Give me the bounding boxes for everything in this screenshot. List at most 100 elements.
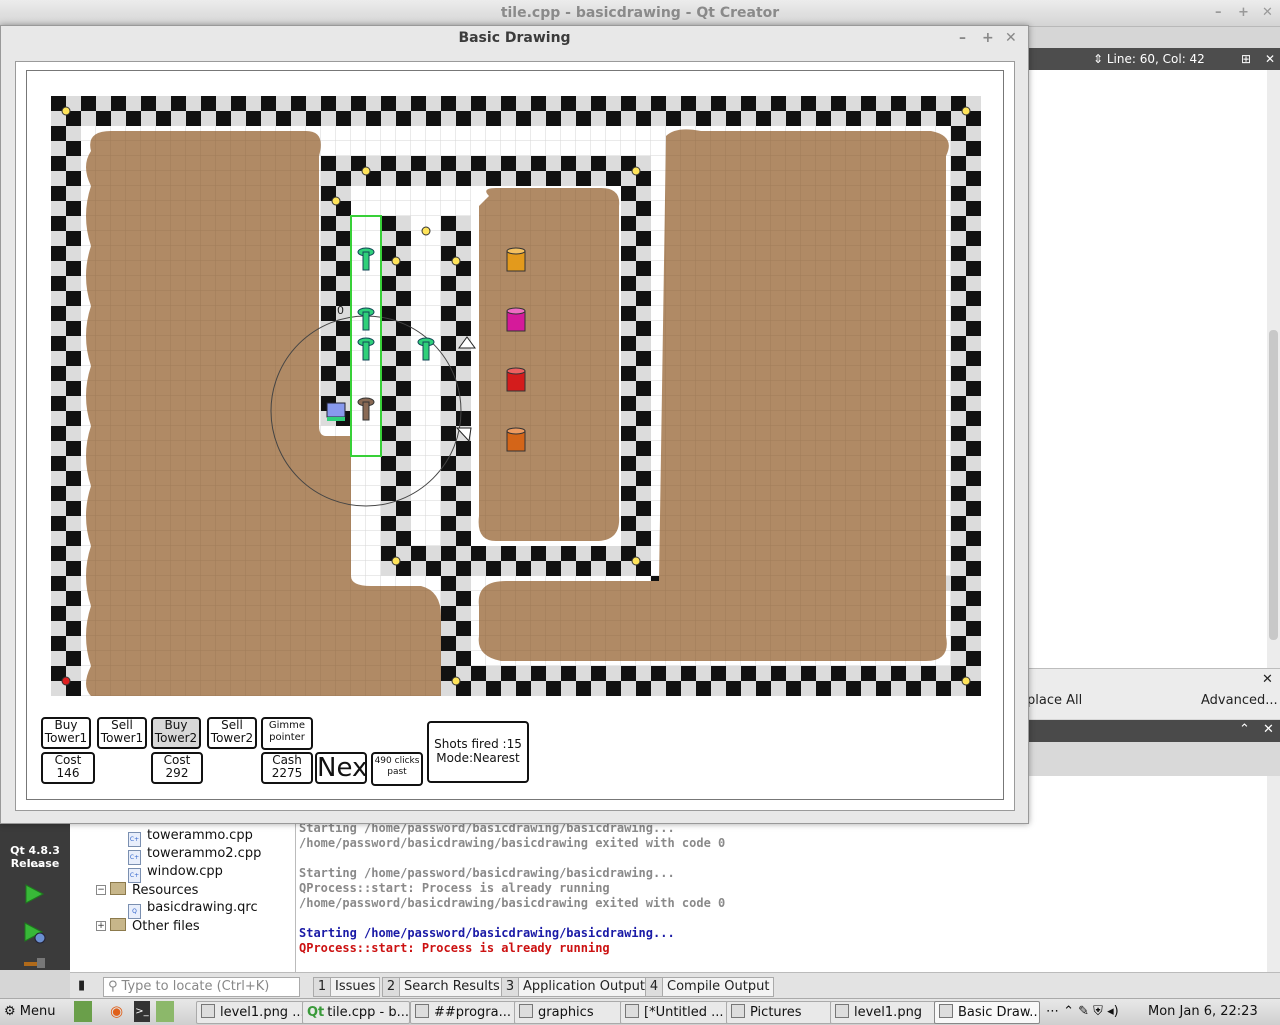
gimme-pointer-button[interactable]: Gimme pointer	[261, 717, 313, 750]
show-desktop-icon[interactable]	[74, 1001, 92, 1022]
dialog-close-icon[interactable]: ✕	[1005, 26, 1017, 50]
task-pictures[interactable]: Pictures	[726, 1001, 832, 1024]
split-icon[interactable]: ⊞	[1241, 48, 1251, 70]
search-icon: ⚲	[108, 979, 118, 994]
qt-status-bar: ▮ ⚲ Type to locate (Ctrl+K) 1 Issues 2 Sear…	[70, 972, 1280, 999]
output-line: Starting /home/password/basicdrawing/bas…	[299, 866, 675, 880]
code-editor[interactable]	[1027, 70, 1267, 668]
debug-run-icon[interactable]	[22, 920, 48, 946]
output-pane-subtoolbar	[1027, 742, 1280, 776]
task-level1-png-1[interactable]: level1.png ...	[196, 1001, 304, 1024]
tab-application-output[interactable]: 3 Application Output	[501, 977, 650, 997]
task-qt-creator[interactable]: Qt tile.cpp - b...	[302, 1001, 410, 1024]
game-board[interactable]: 0	[51, 96, 981, 696]
cpp-file-icon: C+	[128, 850, 141, 865]
collapse-icon[interactable]: −	[96, 885, 106, 895]
tree-file-item[interactable]: C+ towerammo.cpp	[128, 828, 253, 847]
editor-scrollbar-thumb[interactable]	[1269, 330, 1278, 640]
output-line: /home/password/basicdrawing/basicdrawing…	[299, 836, 726, 850]
locate-input[interactable]: ⚲ Type to locate (Ctrl+K)	[103, 977, 300, 997]
qt-icon: Qt	[307, 1005, 325, 1020]
close-pane-icon[interactable]: ✕	[1263, 722, 1274, 737]
taskbar: ⚙ Menu ◉ >_ level1.png ... Qt tile.cpp - …	[0, 998, 1280, 1025]
tab-compile-output[interactable]: 4 Compile Output	[645, 977, 775, 997]
output-scrollbar[interactable]	[1267, 776, 1280, 972]
output-pane-toolbar: ⌃ ✕	[1027, 720, 1280, 742]
task-programming[interactable]: ##progra...	[410, 1001, 518, 1024]
tree-file-item[interactable]: C+ window.cpp	[128, 864, 223, 883]
dirt-area	[86, 129, 949, 696]
maximize-icon[interactable]: +	[1238, 0, 1249, 26]
dialog-maximize-icon[interactable]: +	[982, 26, 994, 50]
start-menu-button[interactable]: ⚙ Menu	[4, 1001, 56, 1022]
dialog-title: Basic Drawing	[458, 30, 571, 46]
chat-icon	[415, 1004, 429, 1018]
next-wave-button[interactable]: Next	[315, 752, 367, 784]
tree-folder-item[interactable]: Resources	[110, 882, 198, 898]
output-line: QProcess::start: Process is already runn…	[299, 941, 610, 955]
folder-icon	[110, 882, 126, 895]
qt-creator-titlebar: tile.cpp - basicdrawing - Qt Creator – +…	[0, 0, 1280, 27]
drawing-canvas[interactable]: 0 Buy Tower1 Sell Tower1 Buy Tower2 Sell…	[26, 70, 1004, 800]
task-graphics[interactable]: graphics	[514, 1001, 622, 1024]
build-mode-label[interactable]: Release	[2, 857, 68, 870]
close-editor-icon[interactable]: ✕	[1265, 48, 1275, 70]
tab-issues[interactable]: 1 Issues	[313, 977, 381, 997]
ammo-red-icon[interactable]	[506, 367, 526, 392]
replace-all-button[interactable]: place All	[1027, 693, 1082, 708]
close-find-icon[interactable]: ✕	[1262, 672, 1273, 687]
tree-file-item[interactable]: C+ towerammo2.cpp	[128, 846, 261, 865]
ammo-orange-icon[interactable]	[506, 247, 526, 272]
output-line: /home/password/basicdrawing/basicdrawing…	[299, 896, 726, 910]
qrc-file-icon: Q	[128, 904, 141, 919]
firefox-icon[interactable]: ◉	[110, 1001, 128, 1022]
shots-fired-label: Shots fired :15	[434, 737, 522, 751]
image-icon	[201, 1004, 215, 1018]
image-icon	[835, 1004, 849, 1018]
text-editor-icon	[625, 1004, 639, 1018]
tab-search-results[interactable]: 2 Search Results	[382, 977, 505, 997]
dialog-titlebar[interactable]: Basic Drawing – + ✕	[1, 26, 1028, 50]
folder-icon	[731, 1004, 745, 1018]
window-title: tile.cpp - basicdrawing - Qt Creator	[500, 5, 780, 21]
task-basic-drawing[interactable]: Basic Draw...	[934, 1001, 1040, 1024]
line-col-indicator[interactable]: ⇕ Line: 60, Col: 42	[1093, 48, 1205, 70]
targeting-mode-label: Mode:Nearest	[436, 751, 520, 765]
folder-icon	[110, 918, 126, 931]
buy-tower1-button[interactable]: Buy Tower1	[41, 717, 91, 749]
toggle-sidebar-icon[interactable]: ▮	[78, 978, 85, 993]
cpp-file-icon: C+	[128, 832, 141, 847]
build-hammer-icon[interactable]	[22, 958, 48, 970]
find-replace-panel: place All Advanced... ✕	[1027, 668, 1280, 719]
task-level1-png-2[interactable]: level1.png	[830, 1001, 936, 1024]
ammo-darkorange-icon[interactable]	[506, 427, 526, 452]
output-line: Starting /home/password/basicdrawing/bas…	[299, 926, 675, 940]
gear-icon: ⚙	[4, 1004, 16, 1019]
clock[interactable]: Mon Jan 6, 22:23	[1148, 1001, 1258, 1022]
cash-label: Cash 2275	[261, 752, 313, 784]
sell-tower1-button[interactable]: Sell Tower1	[97, 717, 147, 749]
run-icon[interactable]	[22, 882, 46, 906]
clicks-past-label: 490 clicks past	[371, 752, 423, 786]
game-info-panel: Shots fired :15 Mode:Nearest	[427, 721, 529, 783]
dialog-minimize-icon[interactable]: –	[959, 26, 966, 50]
project-tree[interactable]: C+ towerammo.cpp C+ towerammo2.cpp C+ windo…	[70, 820, 296, 972]
file-manager-icon[interactable]	[156, 1001, 174, 1022]
tray-icons[interactable]: ⋯ ⌃ ✎ ⛨ ◂)	[1046, 1001, 1119, 1022]
buy-tower2-button[interactable]: Buy Tower2	[151, 717, 201, 749]
expand-icon[interactable]: +	[96, 921, 106, 931]
app-icon	[939, 1004, 953, 1018]
maximize-pane-icon[interactable]: ⌃	[1239, 722, 1250, 737]
tree-folder-item[interactable]: Other files	[110, 918, 200, 934]
minimize-icon[interactable]: –	[1215, 0, 1222, 26]
tower1-cost-label: Cost 146	[41, 752, 95, 784]
terminal-icon[interactable]: >_	[134, 1001, 150, 1022]
tree-file-item[interactable]: Qbasicdrawing.qrc	[128, 900, 258, 919]
enemy-sprite	[326, 402, 346, 421]
sell-tower2-button[interactable]: Sell Tower2	[207, 717, 257, 749]
drawing-frame: 0 Buy Tower1 Sell Tower1 Buy Tower2 Sell…	[15, 61, 1015, 811]
advanced-button[interactable]: Advanced...	[1201, 693, 1278, 708]
task-untitled[interactable]: [*Untitled ...	[620, 1001, 728, 1024]
ammo-magenta-icon[interactable]	[506, 307, 526, 332]
close-icon[interactable]: ✕	[1262, 0, 1273, 26]
